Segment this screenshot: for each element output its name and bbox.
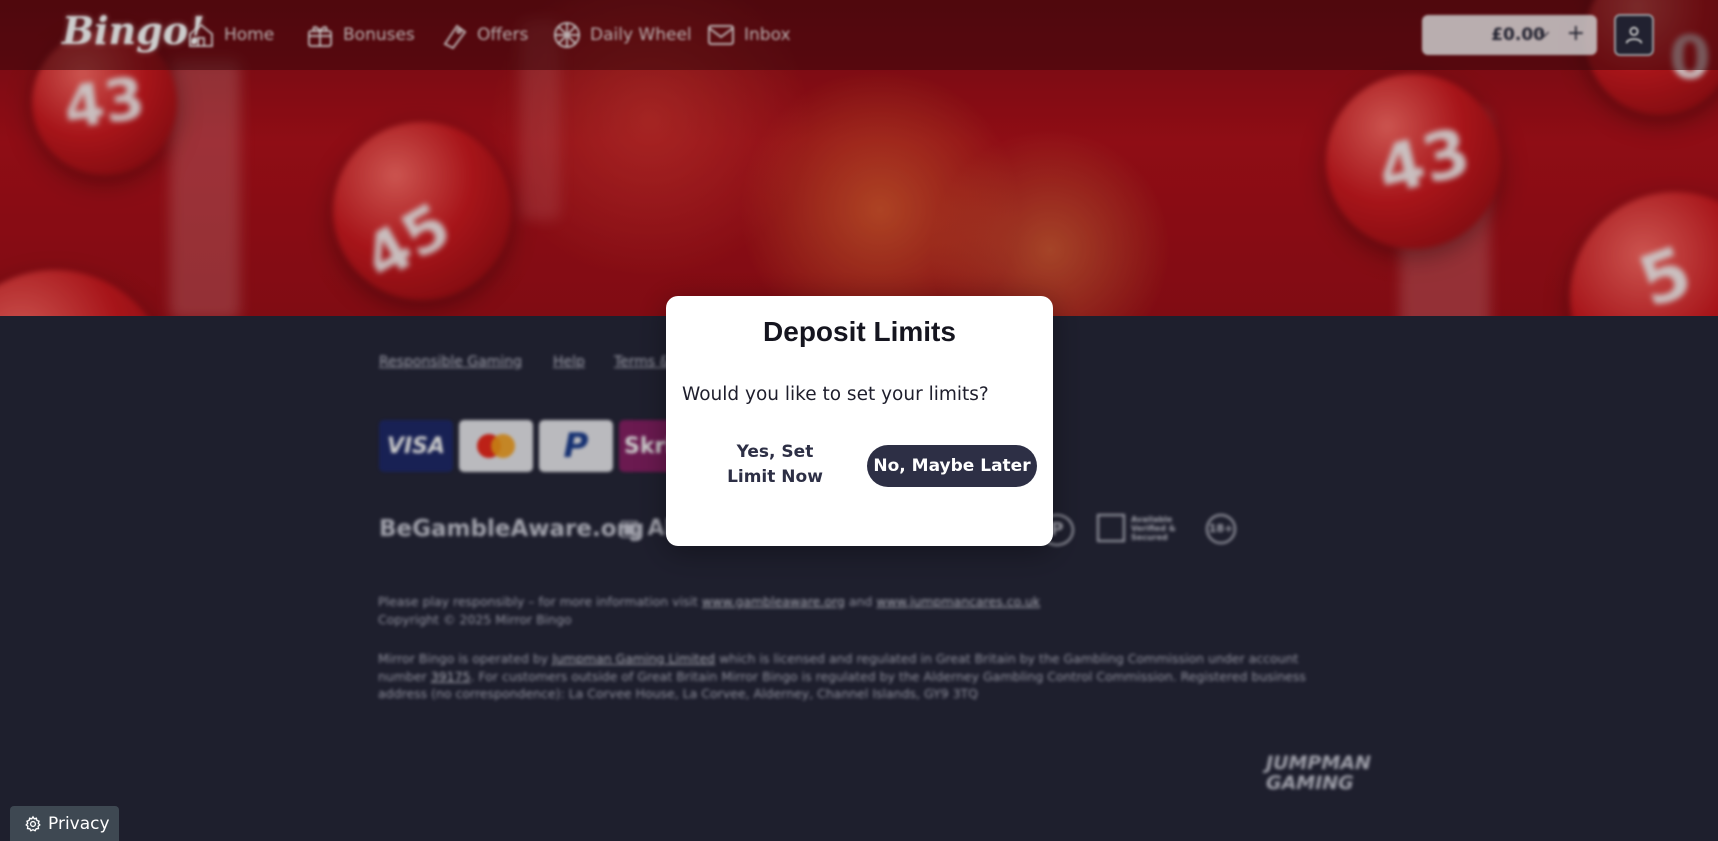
maybe-later-button[interactable]: No, Maybe Later bbox=[867, 445, 1037, 487]
deposit-limits-dialog: Deposit Limits Would you like to set you… bbox=[666, 296, 1053, 546]
privacy-label: Privacy bbox=[48, 813, 110, 834]
privacy-button[interactable]: Privacy bbox=[10, 806, 119, 841]
gear-icon bbox=[25, 815, 41, 832]
dialog-title: Deposit Limits bbox=[763, 316, 956, 347]
dialog-message: Would you like to set your limits? bbox=[682, 384, 989, 405]
set-limit-button[interactable]: Yes, Set Limit Now bbox=[710, 440, 840, 490]
